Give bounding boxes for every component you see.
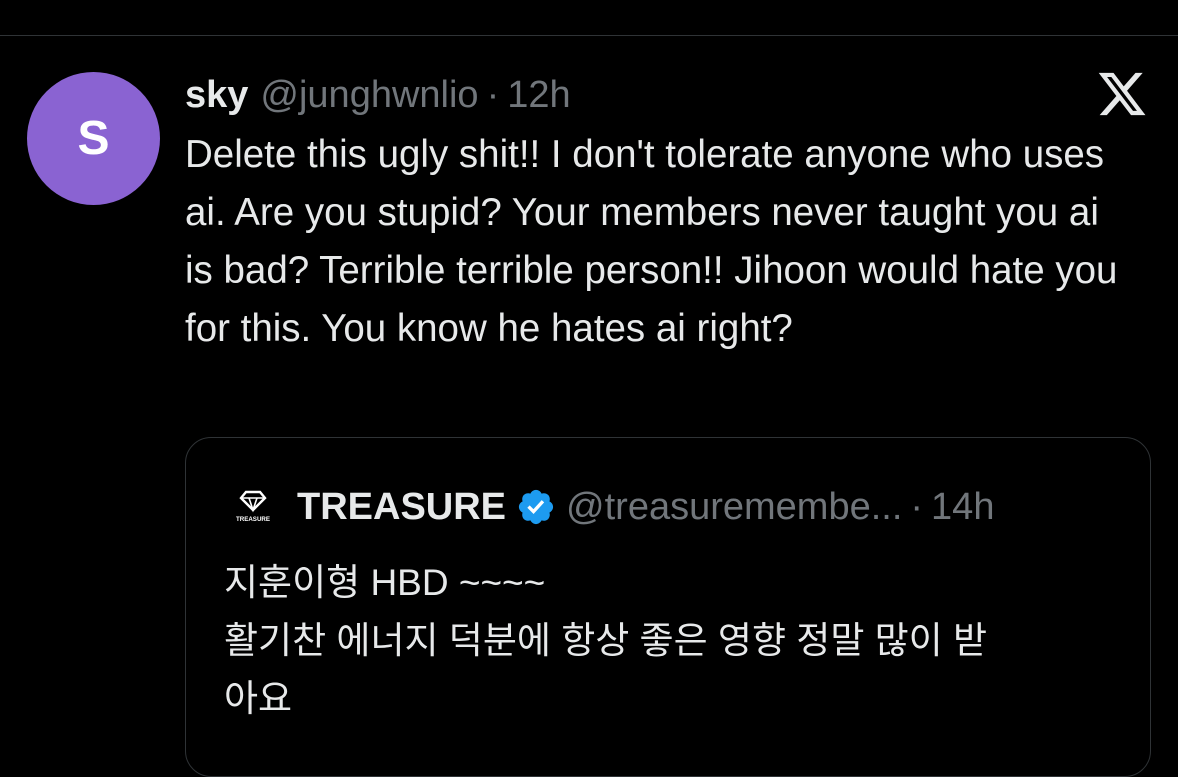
tweet-time[interactable]: 12h [507, 74, 570, 117]
quoted-user-handle[interactable]: @treasuremembe... [566, 486, 902, 529]
user-handle[interactable]: @junghwnlio [260, 74, 478, 117]
top-divider [0, 35, 1178, 36]
separator-dot: · [486, 73, 500, 116]
display-name[interactable]: sky [185, 74, 248, 117]
quoted-text-line: 지훈이형 HBD ~~~~ [224, 562, 546, 603]
avatar-letter: S [77, 112, 110, 165]
treasure-logo-text: TREASURE [236, 516, 270, 523]
treasure-logo: TREASURE [236, 490, 270, 523]
quoted-tweet-time[interactable]: 14h [931, 486, 994, 529]
quoted-tweet-header: TREASURE @treasuremembe... · 14h [297, 484, 994, 530]
quoted-text-line: 아요 [224, 678, 293, 719]
avatar[interactable]: S [27, 72, 160, 205]
tweet-header: sky @junghwnlio · 12h [185, 72, 571, 118]
x-logo-icon[interactable] [1096, 68, 1148, 120]
quoted-tweet-text: 지훈이형 HBD ~~~~ 활기찬 에너지 덕분에 항상 좋은 영향 정말 많이… [224, 554, 1124, 728]
quoted-separator-dot: · [910, 485, 924, 528]
quoted-display-name[interactable]: TREASURE [297, 486, 506, 529]
tweet-text: Delete this ugly shit!! I don't tolerate… [185, 133, 1129, 350]
quoted-text-line: 활기찬 에너지 덕분에 항상 좋은 영향 정말 많이 받 [224, 620, 988, 661]
verified-badge-icon [518, 489, 554, 525]
